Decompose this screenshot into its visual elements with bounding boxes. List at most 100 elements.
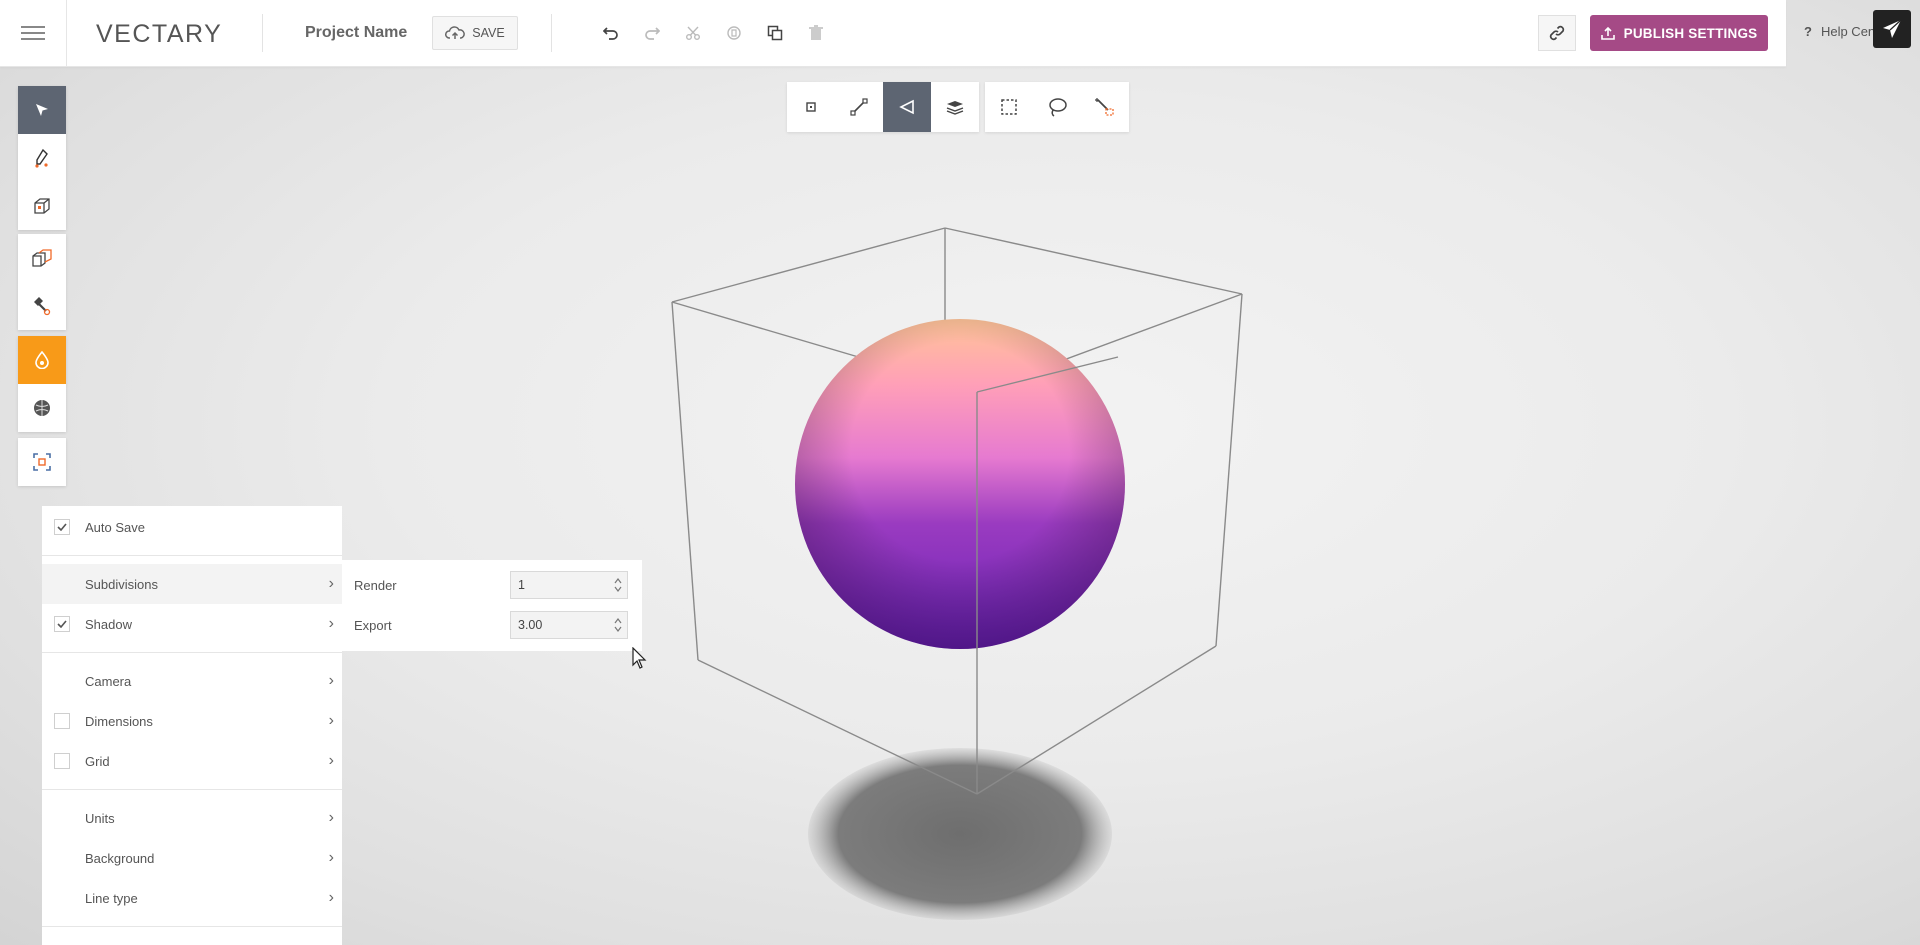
spinner-icon[interactable]	[613, 616, 623, 634]
project-name[interactable]: Project Name	[305, 24, 407, 42]
pen-icon	[35, 148, 48, 168]
help-center-link[interactable]: ? Help Center	[1804, 24, 1884, 39]
chevron-right-icon: ›	[328, 575, 334, 592]
divider	[262, 14, 263, 52]
divider	[42, 789, 342, 790]
shadow-row[interactable]: Shadow ›	[42, 604, 342, 644]
top-bar: VECTARY Project Name SAVE PUBLISH SETTIN…	[0, 0, 1786, 67]
line-type-label: Line type	[85, 890, 138, 906]
auto-save-label: Auto Save	[85, 519, 145, 535]
build-tool[interactable]	[18, 282, 66, 330]
redo-button[interactable]	[631, 18, 672, 48]
lasso-select-button[interactable]	[1033, 82, 1081, 132]
chevron-right-icon: ›	[328, 809, 334, 826]
units-row[interactable]: Units ›	[42, 798, 342, 838]
vertex-icon	[806, 102, 816, 112]
selection-type-toolbar	[985, 82, 1129, 132]
edge-mode-button[interactable]	[835, 82, 883, 132]
menu-button[interactable]	[0, 0, 67, 66]
grid-checkbox[interactable]	[54, 753, 70, 769]
render-label: Render	[354, 577, 397, 593]
cloud-upload-icon	[445, 26, 466, 39]
grid-label: Grid	[85, 753, 110, 769]
layers-icon	[946, 101, 964, 115]
cut-button[interactable]	[672, 18, 713, 48]
lasso-icon	[1049, 98, 1067, 117]
redo-icon	[644, 27, 660, 40]
duplicate-icon	[767, 25, 782, 41]
delete-button[interactable]	[795, 18, 836, 48]
export-value: 3.00	[518, 618, 543, 632]
app-logo: VECTARY	[96, 20, 223, 48]
material-tool[interactable]	[18, 336, 66, 384]
units-label: Units	[85, 810, 115, 826]
grid-row[interactable]: Grid ›	[42, 741, 342, 781]
check-icon	[57, 620, 67, 628]
dimensions-checkbox[interactable]	[54, 713, 70, 729]
shadow-label: Shadow	[85, 616, 132, 632]
paper-plane-icon	[1883, 19, 1902, 38]
primitives-tool[interactable]	[18, 182, 66, 230]
boolean-cube-icon	[32, 249, 52, 267]
subdivisions-row[interactable]: Subdivisions ›	[42, 564, 342, 604]
dimensions-row[interactable]: Dimensions ›	[42, 701, 342, 741]
box-select-button[interactable]	[985, 82, 1033, 132]
chevron-right-icon: ›	[328, 615, 334, 632]
globe-icon	[34, 400, 50, 416]
mouse-cursor-icon	[632, 647, 647, 669]
modifier-tool[interactable]	[18, 234, 66, 282]
share-link-button[interactable]	[1538, 15, 1576, 51]
background-row[interactable]: Background ›	[42, 838, 342, 878]
face-mode-button[interactable]	[883, 82, 931, 132]
hamburger-icon	[21, 26, 45, 40]
upload-icon	[1600, 26, 1615, 40]
shadow-checkbox[interactable]	[54, 616, 70, 632]
duplicate-button[interactable]	[754, 18, 795, 48]
undo-button[interactable]	[590, 18, 631, 48]
save-button[interactable]: SAVE	[432, 16, 518, 50]
check-icon	[57, 523, 67, 531]
feedback-button[interactable]	[1873, 10, 1911, 48]
focus-tool[interactable]	[18, 438, 66, 486]
copy-icon	[726, 26, 741, 40]
box-select-icon	[1001, 99, 1017, 115]
cube-icon	[34, 198, 50, 214]
hammer-icon	[34, 297, 51, 316]
auto-save-checkbox[interactable]	[54, 519, 70, 535]
left-toolbar-group-1	[18, 86, 66, 230]
line-type-row[interactable]: Line type ›	[42, 878, 342, 918]
magic-select-button[interactable]	[1081, 82, 1129, 132]
chevron-right-icon: ›	[328, 752, 334, 769]
publish-label: PUBLISH SETTINGS	[1623, 25, 1758, 41]
export-row: Export 3.00	[342, 605, 642, 645]
dimensions-label: Dimensions	[85, 713, 153, 729]
link-icon	[1549, 25, 1565, 41]
select-tool[interactable]	[18, 86, 66, 134]
background-label: Background	[85, 850, 155, 866]
export-input[interactable]: 3.00	[510, 611, 628, 639]
render-input[interactable]: 1	[510, 571, 628, 599]
save-label: SAVE	[472, 26, 505, 40]
camera-row[interactable]: Camera ›	[42, 661, 342, 701]
divider	[42, 555, 342, 556]
export-label: Export	[354, 617, 392, 633]
magic-wand-icon	[1095, 98, 1114, 116]
auto-save-row[interactable]: Auto Save	[42, 507, 342, 547]
question-icon: ?	[1804, 24, 1812, 39]
vertex-mode-button[interactable]	[787, 82, 835, 132]
trash-icon	[808, 25, 823, 40]
camera-label: Camera	[85, 673, 132, 689]
edit-toolbar	[590, 18, 836, 48]
focus-icon	[33, 453, 51, 471]
render-value: 1	[518, 578, 525, 592]
draw-tool[interactable]	[18, 134, 66, 182]
publish-settings-button[interactable]: PUBLISH SETTINGS	[1590, 15, 1768, 51]
copy-button[interactable]	[713, 18, 754, 48]
spinner-icon[interactable]	[613, 576, 623, 594]
undo-icon	[602, 27, 618, 40]
chevron-right-icon: ›	[328, 849, 334, 866]
environment-tool[interactable]	[18, 384, 66, 432]
object-shadow	[808, 748, 1112, 920]
edge-icon	[850, 98, 868, 116]
object-mode-button[interactable]	[931, 82, 979, 132]
